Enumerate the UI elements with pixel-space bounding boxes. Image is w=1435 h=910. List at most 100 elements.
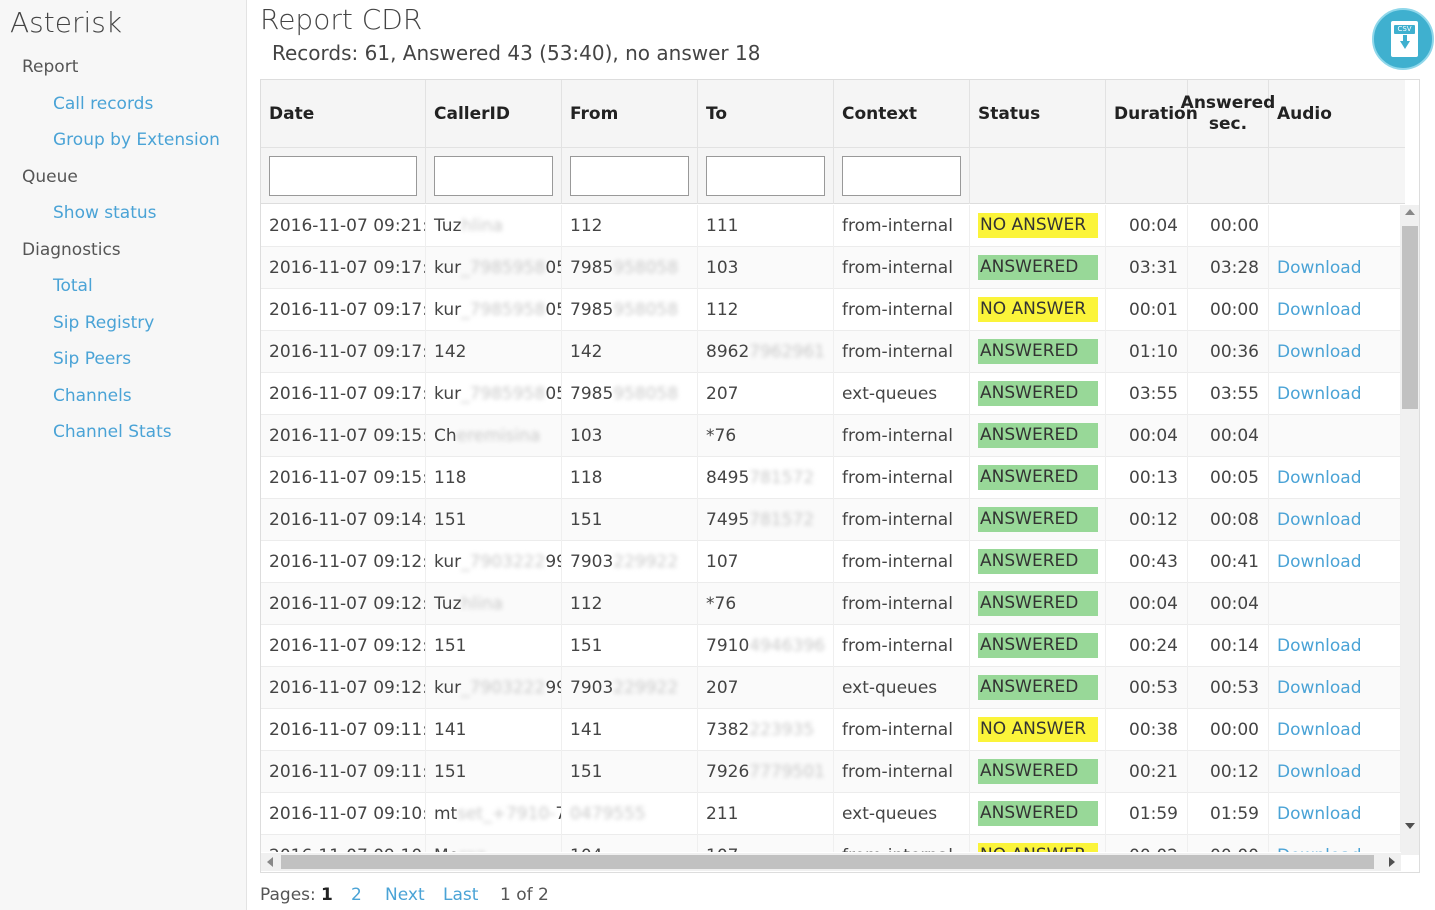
filter-date-input[interactable] (269, 156, 417, 196)
table-row[interactable]: 2016-11-07 09:17:18kur_79859580587985958… (261, 373, 1401, 415)
cell-caller-text: Tuz (434, 216, 462, 236)
column-header-duration[interactable]: Duration (1106, 80, 1198, 148)
column-header-from[interactable]: From (562, 80, 698, 148)
filter-from-input[interactable] (570, 156, 689, 196)
nav-link-show-status[interactable]: Show status (53, 203, 157, 223)
cell-status: NO ANSWER (970, 205, 1106, 247)
table-row[interactable]: 2016-11-07 09:15:52Cheremisina103*76from… (261, 415, 1401, 457)
cell-date-text: 2016-11-07 09:12:44 (269, 636, 425, 656)
vertical-scroll-thumb[interactable] (1402, 226, 1418, 409)
download-audio-link[interactable]: Download (1277, 552, 1362, 572)
cell-status: ANSWERED (970, 751, 1106, 793)
nav-link-total[interactable]: Total (53, 276, 93, 296)
column-header-context[interactable]: Context (834, 80, 970, 148)
table-row[interactable]: 2016-11-07 09:12:53kur_79032229922790322… (261, 541, 1401, 583)
cell-duration-text: 00:13 (1129, 468, 1178, 488)
cell-duration: 00:43 (1106, 541, 1188, 583)
cell-answered-text: 00:04 (1210, 426, 1259, 446)
table-row[interactable]: 2016-11-07 09:10:30mtset_+7910-719553579… (261, 793, 1401, 835)
nav-link-group-by-extension[interactable]: Group by Extension (53, 130, 220, 150)
scroll-right-icon[interactable] (1389, 857, 1395, 867)
redacted-text: 4946396 (749, 636, 825, 656)
cell-answered-text: 00:05 (1210, 468, 1259, 488)
table-row[interactable]: 2016-11-07 09:14:43 151 151 7495781572 from-… (261, 499, 1401, 541)
cell-answered: 00:12 (1188, 751, 1269, 793)
cell-to-text: 211 (706, 804, 739, 824)
table-row[interactable]: 2016-11-07 09:21:36Tuzhlina112111from-in… (261, 205, 1401, 247)
download-audio-link[interactable]: Download (1277, 678, 1362, 698)
cell-caller: 142 (426, 331, 562, 373)
cell-context-text: from-internal (842, 720, 953, 740)
table-row[interactable]: 2016-11-07 09:12:45Tuzhlina112*76from-in… (261, 583, 1401, 625)
table-row[interactable]: 2016-11-07 09:11:51 141 141 7382223935 from-… (261, 709, 1401, 751)
download-audio-link[interactable]: Download (1277, 846, 1362, 852)
table-row[interactable]: 2016-11-07 09:17:30 142 142 89627962961 from… (261, 331, 1401, 373)
column-header-date[interactable]: Date (261, 80, 426, 148)
nav-link-call-records[interactable]: Call records (53, 94, 153, 114)
horizontal-scroll-thumb[interactable] (281, 855, 1374, 869)
cell-from: 7903229922 (562, 667, 698, 709)
csv-export-button[interactable]: CSV (1372, 8, 1434, 70)
cell-from-text: 7985 (570, 258, 614, 278)
nav-link-sip-peers[interactable]: Sip Peers (53, 349, 131, 369)
cell-date-text: 2016-11-07 09:15:27 (269, 468, 425, 488)
download-audio-link[interactable]: Download (1277, 636, 1362, 656)
scroll-up-icon[interactable] (1405, 209, 1415, 215)
download-audio-link[interactable]: Download (1277, 468, 1362, 488)
table-row[interactable]: 2016-11-07 09:11:27 151 151 79267779501 from… (261, 751, 1401, 793)
cell-to-text: 7926 (706, 762, 750, 782)
filter-to-input[interactable] (706, 156, 825, 196)
scroll-left-icon[interactable] (267, 857, 273, 867)
cell-date-text: 2016-11-07 09:10:30 (269, 804, 425, 824)
cell-context-text: from-internal (842, 342, 953, 362)
download-audio-link[interactable]: Download (1277, 300, 1362, 320)
cell-to: 79104946396 (698, 625, 834, 667)
horizontal-scrollbar[interactable] (261, 853, 1401, 871)
pager-next[interactable]: Next (385, 885, 425, 905)
table-row[interactable]: 2016-11-07 09:17:36kur_79859580587985958… (261, 289, 1401, 331)
column-header-status[interactable]: Status (970, 80, 1106, 148)
download-audio-link[interactable]: Download (1277, 510, 1362, 530)
cell-to-text: 207 (706, 678, 739, 698)
pager-page-2[interactable]: 2 (351, 885, 362, 905)
download-audio-link[interactable]: Download (1277, 384, 1362, 404)
filter-callerid-input[interactable] (434, 156, 553, 196)
cell-to-text: 7382 (706, 720, 750, 740)
status-badge: ANSWERED (978, 381, 1098, 406)
redacted-text: hlina (461, 594, 503, 614)
download-audio-link[interactable]: Download (1277, 342, 1362, 362)
cell-duration: 00:04 (1106, 583, 1188, 625)
column-header-callerid[interactable]: CallerID (426, 80, 562, 148)
nav-link-channels[interactable]: Channels (53, 386, 132, 406)
cell-context: from-internal (834, 247, 970, 289)
download-audio-link[interactable]: Download (1277, 804, 1362, 824)
cell-context: from-internal (834, 583, 970, 625)
table-row[interactable]: 2016-11-07 09:12:44 151 151 79104946396 from… (261, 625, 1401, 667)
cell-caller-text: 151 (434, 510, 467, 530)
pager-summary: 1 of 2 (500, 885, 549, 905)
cell-caller-tail: 7195535791 (555, 804, 561, 824)
cell-caller-text: kur (434, 384, 462, 404)
download-audio-link[interactable]: Download (1277, 762, 1362, 782)
table-row[interactable]: 2016-11-07 09:15:27 118 118 8495781572 from-… (261, 457, 1401, 499)
redacted-text: _7903222 (461, 552, 546, 572)
table-row[interactable]: 2016-11-07 09:17:42kur_79859580587985958… (261, 247, 1401, 289)
scroll-down-icon[interactable] (1405, 823, 1415, 829)
nav-link-channel-stats[interactable]: Channel Stats (53, 422, 172, 442)
download-audio-link[interactable]: Download (1277, 258, 1362, 278)
column-header-audio[interactable]: Audio (1269, 80, 1405, 148)
column-header-answered-sec[interactable]: Answered sec. (1181, 80, 1275, 148)
status-badge: ANSWERED (978, 759, 1098, 784)
cell-status: ANSWERED (970, 331, 1106, 373)
cell-to-text: 7495 (706, 510, 750, 530)
pager-last[interactable]: Last (443, 885, 478, 905)
vertical-scrollbar[interactable] (1401, 205, 1419, 855)
column-header-to[interactable]: To (698, 80, 834, 148)
cell-context-text: from-internal (842, 846, 953, 852)
table-row[interactable]: 2016-11-07 09:12:42kur_79032229922790322… (261, 667, 1401, 709)
filter-context-input[interactable] (842, 156, 961, 196)
download-audio-link[interactable]: Download (1277, 720, 1362, 740)
nav-link-sip-registry[interactable]: Sip Registry (53, 313, 154, 333)
cell-answered-text: 00:12 (1210, 762, 1259, 782)
table-row[interactable]: 2016-11-07 09:10:21Moroz104107from-inter… (261, 835, 1401, 852)
